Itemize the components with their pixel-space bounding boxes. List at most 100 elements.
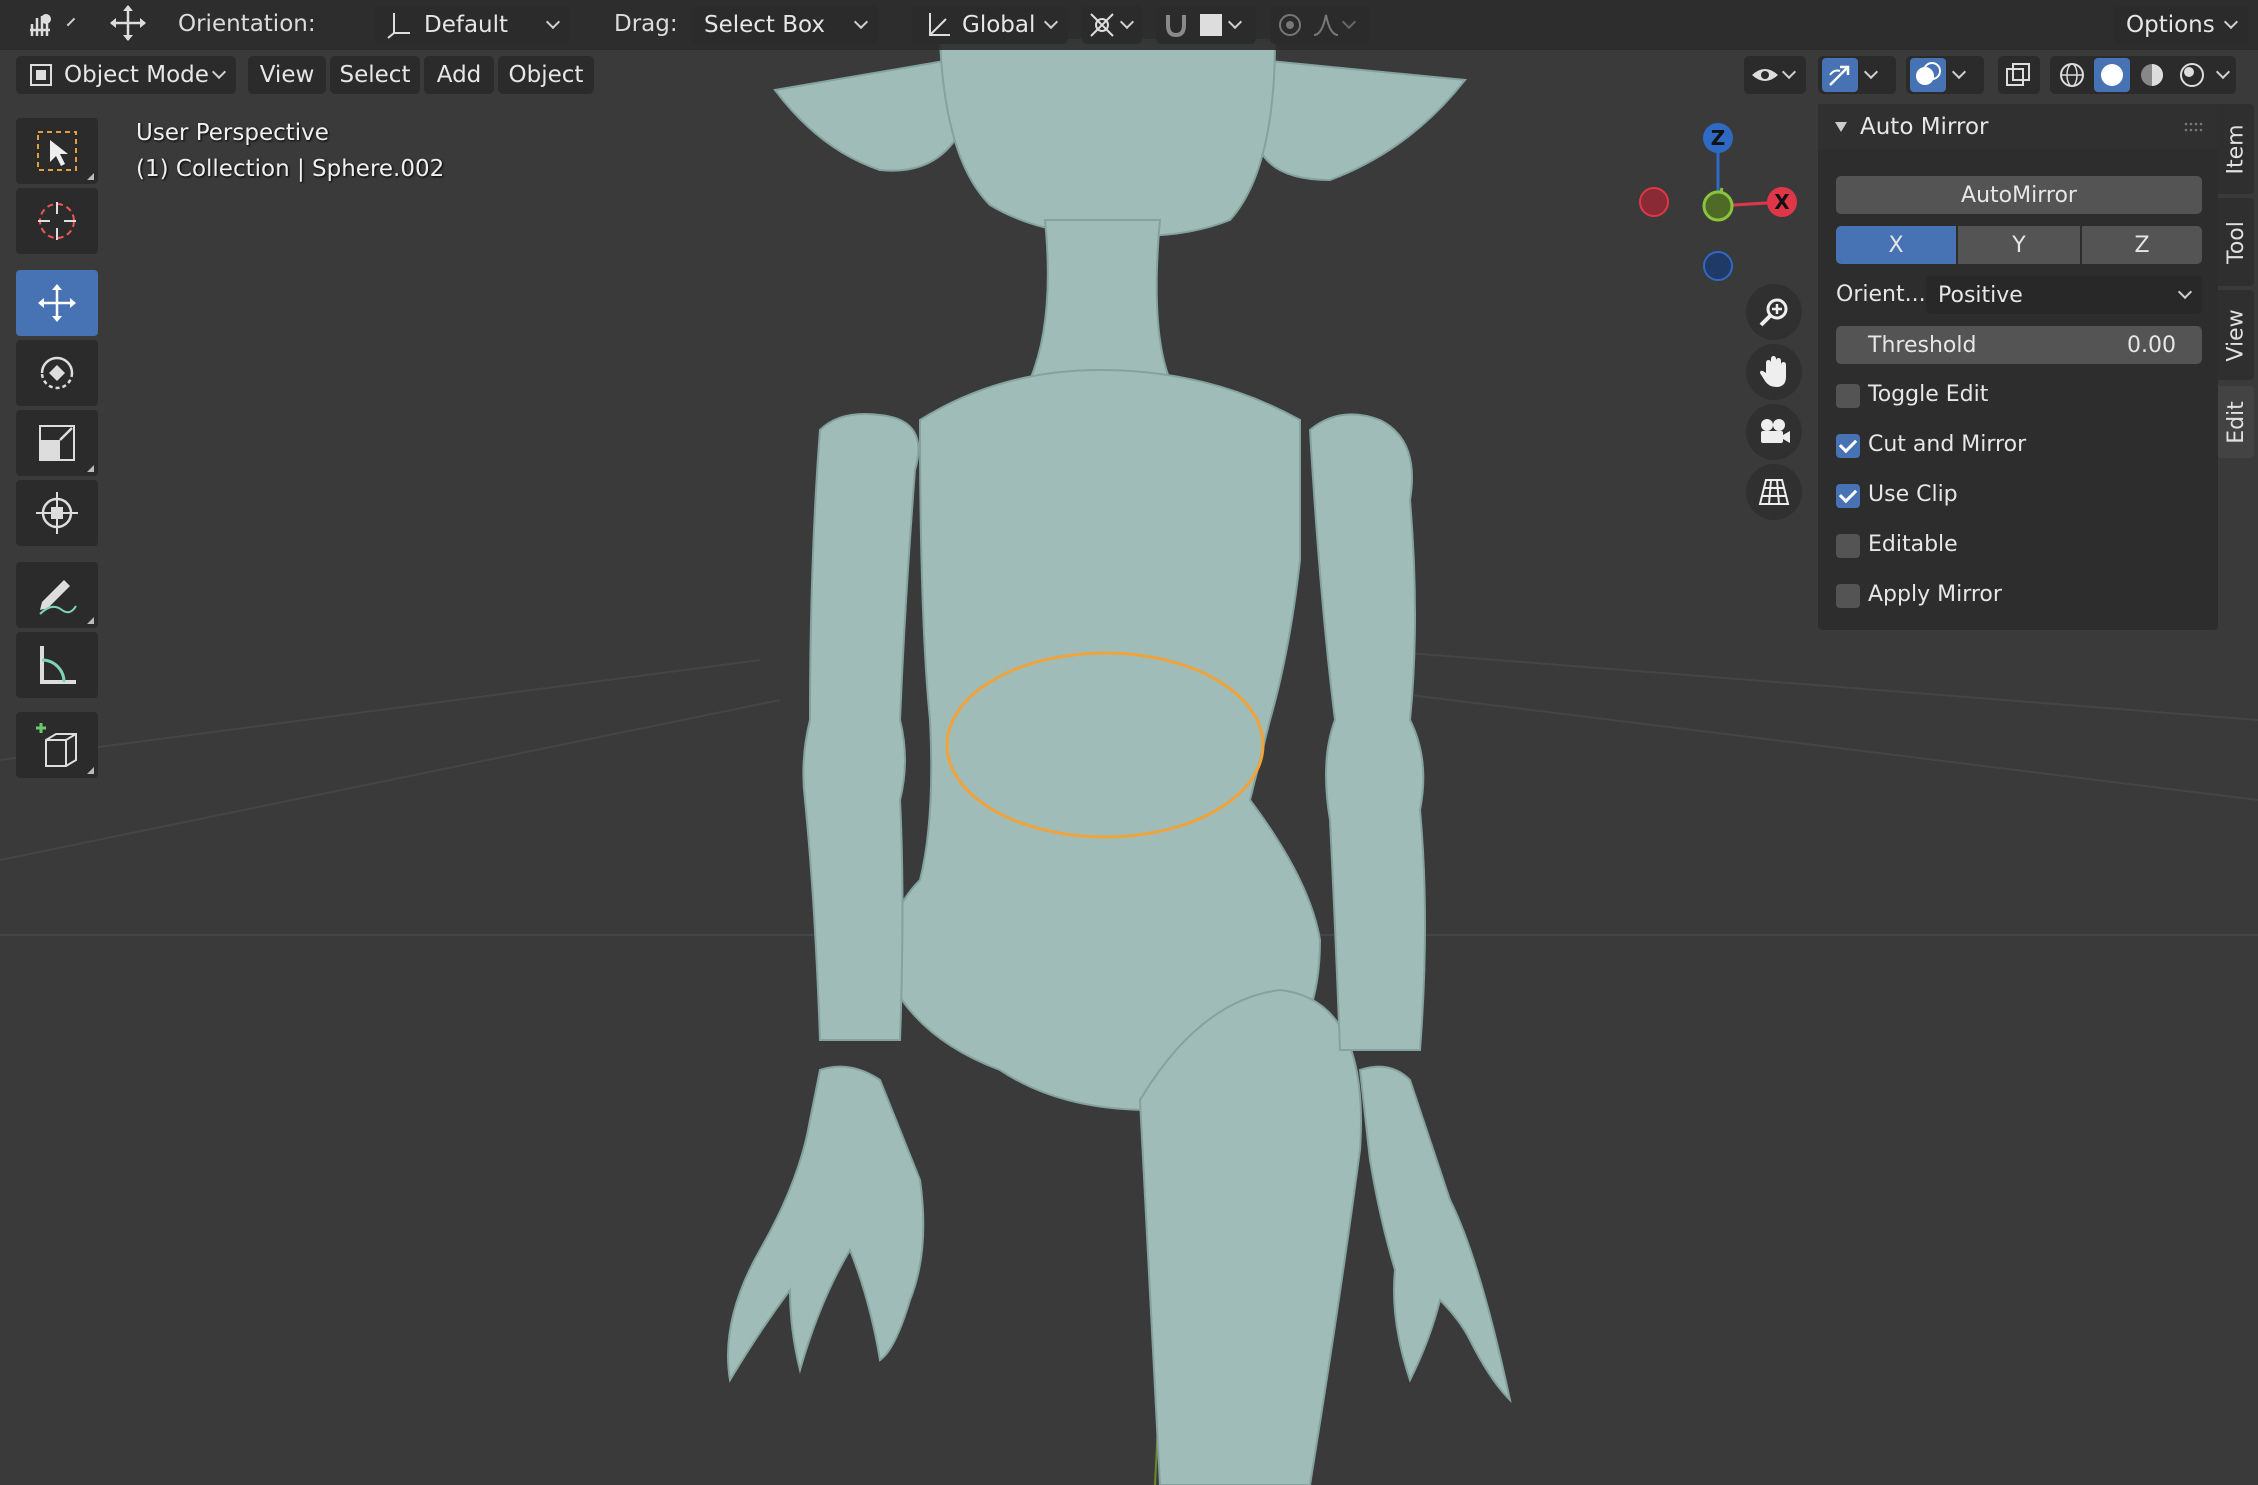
ortho-toggle-button[interactable] [1746, 464, 1802, 520]
cut-and-mirror-box[interactable] [1836, 434, 1860, 458]
orient-dropdown[interactable]: Positive [1926, 276, 2202, 314]
overlays-icon [1910, 58, 1946, 92]
tab-tool[interactable]: Tool [2218, 198, 2254, 286]
move-tool[interactable] [16, 270, 98, 336]
overlays-toggle[interactable] [1906, 56, 1984, 94]
automirror-button[interactable]: AutoMirror [1836, 176, 2202, 214]
pivot-point-icon [1088, 11, 1116, 39]
move-icon [34, 280, 80, 326]
pivot-point-dropdown[interactable] [1082, 6, 1142, 44]
tab-item[interactable]: Item [2218, 104, 2254, 194]
collection-label: (1) Collection | Sphere.002 [136, 156, 445, 182]
axis-z-toggle[interactable]: Z [2082, 226, 2202, 264]
menu-select[interactable]: Select [330, 56, 420, 94]
threshold-label: Threshold [1868, 332, 1977, 358]
mode-value: Object Mode [64, 62, 209, 88]
menu-view-label: View [259, 62, 315, 88]
tab-tool-label: Tool [2223, 220, 2249, 264]
rotate-tool[interactable] [16, 340, 98, 406]
cursor-tool[interactable] [16, 188, 98, 254]
neg-x-handle [1639, 187, 1669, 217]
rotate-icon [34, 350, 80, 396]
add-cube-tool[interactable] [16, 712, 98, 778]
viewport-header: Object Mode View Select Add Object [0, 52, 2258, 102]
3d-viewport[interactable]: Orientation: Default Drag: Select Box Gl… [0, 0, 2258, 1485]
transform-space-value: Global [962, 12, 1036, 38]
camera-view-button[interactable] [1746, 404, 1802, 460]
drag-value: Select Box [704, 12, 826, 38]
zoom-button[interactable] [1746, 284, 1802, 340]
apply-mirror-box[interactable] [1836, 584, 1860, 608]
axis-x-toggle[interactable]: X [1836, 226, 1956, 264]
proportional-edit-toggle[interactable] [1270, 6, 1370, 44]
neg-z-handle [1703, 251, 1733, 281]
rendered-shading-icon[interactable] [2174, 58, 2210, 92]
editor-type-button[interactable] [14, 6, 78, 44]
drag-label: Drag: [614, 11, 678, 37]
menu-object[interactable]: Object [498, 56, 594, 94]
tab-view-label: View [2223, 308, 2249, 362]
scale-tool[interactable] [16, 410, 98, 476]
threshold-field[interactable]: Threshold 0.00 [1836, 326, 2202, 364]
orient-label: Orient... [1836, 282, 1926, 307]
axis-y-toggle[interactable]: Y [1958, 226, 2080, 264]
menu-add[interactable]: Add [424, 56, 494, 94]
mode-dropdown[interactable]: Object Mode [16, 56, 236, 94]
proportional-circle-icon [1276, 11, 1304, 39]
xray-toggle[interactable] [1998, 56, 2040, 94]
auto-mirror-panel: Auto Mirror AutoMirror X Y Z Orient... P… [1818, 104, 2218, 630]
panel-title: Auto Mirror [1860, 114, 1989, 140]
object-mode-icon [28, 62, 54, 88]
snap-square-icon [1200, 14, 1222, 36]
drag-handle-icon[interactable] [2184, 122, 2206, 132]
move-arrows-icon [108, 3, 148, 43]
toggle-edit-box[interactable] [1836, 384, 1860, 408]
gizmo-x-label: X [1774, 190, 1790, 214]
tab-edit[interactable]: Edit [2218, 386, 2254, 458]
collapse-triangle-icon [1834, 121, 1848, 133]
orientation-dropdown[interactable]: Default [374, 6, 570, 44]
visibility-dropdown[interactable] [1744, 56, 1806, 94]
annotate-tool[interactable] [16, 562, 98, 628]
solid-shading-icon[interactable] [2094, 58, 2130, 92]
select-box-icon [34, 128, 80, 174]
tab-view[interactable]: View [2218, 290, 2254, 380]
eye-icon [1750, 63, 1780, 87]
transform-pivot-button[interactable] [96, 4, 152, 42]
falloff-curve-icon [1312, 11, 1340, 39]
menu-object-label: Object [508, 62, 584, 88]
material-shading-icon[interactable] [2134, 58, 2170, 92]
cursor-icon [34, 198, 80, 244]
zoom-icon [1758, 296, 1790, 328]
transform-tool[interactable] [16, 480, 98, 546]
options-dropdown[interactable]: Options [2114, 6, 2248, 44]
tab-edit-label: Edit [2223, 400, 2249, 444]
pan-button[interactable] [1746, 344, 1802, 400]
automirror-button-label: AutoMirror [1961, 182, 2077, 208]
annotate-icon [34, 572, 80, 618]
orientation-axes-icon [386, 11, 412, 39]
character-mesh [727, 39, 1512, 1485]
measure-tool[interactable] [16, 632, 98, 698]
wireframe-shading-icon[interactable] [2054, 58, 2090, 92]
use-clip-box[interactable] [1836, 484, 1860, 508]
drag-dropdown[interactable]: Select Box [692, 6, 878, 44]
orient-value: Positive [1938, 282, 2023, 308]
grid-perspective-icon [1758, 476, 1790, 508]
snap-toggle[interactable] [1156, 6, 1256, 44]
menu-view[interactable]: View [248, 56, 326, 94]
transform-icon [34, 490, 80, 536]
axis-z-label: Z [2134, 232, 2150, 258]
measure-icon [34, 642, 80, 688]
select-box-tool[interactable] [16, 118, 98, 184]
panel-header[interactable]: Auto Mirror [1818, 104, 2218, 150]
threshold-value: 0.00 [2127, 332, 2176, 358]
tool-settings-header: Orientation: Default Drag: Select Box Gl… [0, 0, 2258, 50]
navigation-gizmo[interactable]: Z X [1630, 118, 1810, 288]
gizmo-toggle[interactable] [1818, 56, 1896, 94]
transform-space-dropdown[interactable]: Global [912, 6, 1068, 44]
shading-modes[interactable] [2050, 56, 2236, 94]
add-cube-icon [32, 720, 82, 770]
editable-box[interactable] [1836, 534, 1860, 558]
menu-add-label: Add [436, 62, 482, 88]
